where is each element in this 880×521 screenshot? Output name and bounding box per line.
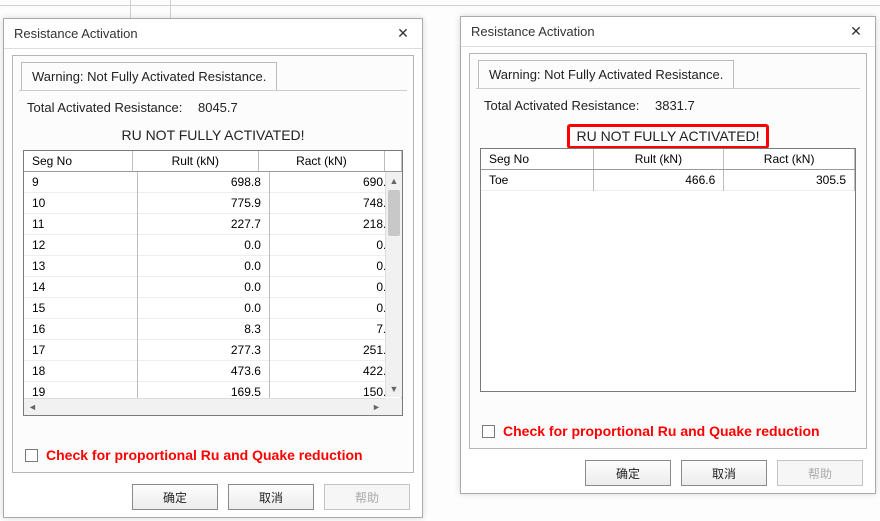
warning-box: Warning: Not Fully Activated Resistance.	[478, 60, 734, 88]
table-row[interactable]: 140.00.0	[24, 277, 402, 298]
table-row[interactable]: 18473.6422.9	[24, 361, 402, 382]
ok-button[interactable]: 确定	[585, 460, 671, 486]
ru-alert-text: RU NOT FULLY ACTIVATED!	[567, 124, 768, 149]
vertical-scrollbar[interactable]: ▲ ▼	[385, 172, 402, 397]
cell-seg: 9	[24, 172, 137, 193]
resistance-activation-dialog-right: Resistance Activation ✕ Warning: Not Ful…	[460, 16, 876, 494]
ru-alert: RU NOT FULLY ACTIVATED!	[13, 126, 413, 145]
cancel-button[interactable]: 取消	[228, 484, 314, 510]
ru-alert: RU NOT FULLY ACTIVATED!	[470, 124, 866, 149]
resistance-table: Seg No Rult (kN) Ract (kN) Toe466.6305.5	[480, 148, 856, 392]
cell-ract: 251.8	[269, 340, 401, 361]
ok-button[interactable]: 确定	[132, 484, 218, 510]
close-icon[interactable]: ✕	[845, 21, 867, 43]
dialog-body: Warning: Not Fully Activated Resistance.…	[12, 55, 414, 473]
cell-rult: 775.9	[137, 193, 269, 214]
cell-ract: 0.0	[269, 235, 401, 256]
table-row[interactable]: 10775.9748.6	[24, 193, 402, 214]
titlebar[interactable]: Resistance Activation ✕	[4, 19, 422, 49]
total-activated-row: Total Activated Resistance: 3831.7	[484, 98, 695, 113]
total-activated-label: Total Activated Resistance:	[484, 98, 639, 113]
total-activated-label: Total Activated Resistance:	[27, 100, 182, 115]
cell-seg: 15	[24, 298, 137, 319]
cell-rult: 0.0	[137, 256, 269, 277]
ru-alert-text: RU NOT FULLY ACTIVATED!	[115, 126, 310, 145]
scroll-right-icon[interactable]: ►	[368, 399, 385, 416]
scroll-corner	[385, 398, 402, 415]
table-row[interactable]: 11227.7218.3	[24, 214, 402, 235]
col-seg-header[interactable]: Seg No	[24, 151, 132, 172]
cell-rult: 698.8	[137, 172, 269, 193]
table-row[interactable]: 9698.8690.7	[24, 172, 402, 193]
cell-seg: Toe	[481, 170, 593, 191]
warning-box: Warning: Not Fully Activated Resistance.	[21, 62, 277, 90]
resistance-activation-dialog-left: Resistance Activation ✕ Warning: Not Ful…	[3, 18, 423, 518]
cell-ract: 422.9	[269, 361, 401, 382]
cell-ract: 0.0	[269, 256, 401, 277]
cell-rult: 227.7	[137, 214, 269, 235]
cell-seg: 13	[24, 256, 137, 277]
scroll-thumb[interactable]	[388, 190, 400, 236]
table-row[interactable]: 150.00.0	[24, 298, 402, 319]
table-row[interactable]: 130.00.0	[24, 256, 402, 277]
dialog-body: Warning: Not Fully Activated Resistance.…	[469, 53, 867, 449]
total-activated-value: 8045.7	[198, 100, 238, 115]
cell-ract: 7.7	[269, 319, 401, 340]
table-row[interactable]: 120.00.0	[24, 235, 402, 256]
cell-rult: 8.3	[137, 319, 269, 340]
cell-ract: 748.6	[269, 193, 401, 214]
scroll-down-icon[interactable]: ▼	[386, 380, 402, 397]
cell-rult: 0.0	[137, 277, 269, 298]
col-ract-header[interactable]: Ract (kN)	[258, 151, 384, 172]
help-button: 帮助	[324, 484, 410, 510]
window-title: Resistance Activation	[471, 24, 595, 39]
col-scroll-spacer	[385, 151, 402, 172]
cell-rult: 466.6	[593, 170, 724, 191]
table-row[interactable]: 17277.3251.8	[24, 340, 402, 361]
cell-seg: 17	[24, 340, 137, 361]
scroll-up-icon[interactable]: ▲	[386, 172, 402, 189]
cell-seg: 18	[24, 361, 137, 382]
window-title: Resistance Activation	[14, 26, 138, 41]
col-rult-header[interactable]: Rult (kN)	[593, 149, 724, 170]
cell-seg: 14	[24, 277, 137, 298]
cell-rult: 0.0	[137, 298, 269, 319]
cell-rult: 0.0	[137, 235, 269, 256]
checkbox-row: Check for proportional Ru and Quake redu…	[25, 447, 401, 465]
cell-seg: 12	[24, 235, 137, 256]
button-bar: 确定 取消 帮助	[461, 453, 875, 493]
cell-ract: 690.7	[269, 172, 401, 193]
resistance-table: Seg No Rult (kN) Ract (kN) 9698.8690.710…	[23, 150, 403, 416]
col-ract-header[interactable]: Ract (kN)	[724, 149, 855, 170]
cell-rult: 277.3	[137, 340, 269, 361]
cancel-button[interactable]: 取消	[681, 460, 767, 486]
cell-seg: 10	[24, 193, 137, 214]
table-row[interactable]: Toe466.6305.5	[481, 170, 855, 191]
titlebar[interactable]: Resistance Activation ✕	[461, 17, 875, 47]
table-row[interactable]: 168.37.7	[24, 319, 402, 340]
cell-rult: 473.6	[137, 361, 269, 382]
table-header-row: Seg No Rult (kN) Ract (kN)	[24, 151, 402, 172]
horizontal-scrollbar[interactable]: ◄ ►	[24, 398, 385, 415]
col-seg-header[interactable]: Seg No	[481, 149, 593, 170]
proportional-ru-checkbox[interactable]	[482, 425, 495, 438]
proportional-ru-label: Check for proportional Ru and Quake redu…	[503, 423, 820, 441]
cell-ract: 218.3	[269, 214, 401, 235]
total-activated-row: Total Activated Resistance: 8045.7	[27, 100, 238, 115]
button-bar: 确定 取消 帮助	[4, 477, 422, 517]
help-button: 帮助	[777, 460, 863, 486]
col-rult-header[interactable]: Rult (kN)	[132, 151, 258, 172]
cell-seg: 11	[24, 214, 137, 235]
close-icon[interactable]: ✕	[392, 23, 414, 45]
cell-seg: 16	[24, 319, 137, 340]
table-header-row: Seg No Rult (kN) Ract (kN)	[481, 149, 855, 170]
total-activated-value: 3831.7	[655, 98, 695, 113]
cell-ract: 0.0	[269, 298, 401, 319]
checkbox-row: Check for proportional Ru and Quake redu…	[482, 423, 854, 441]
proportional-ru-checkbox[interactable]	[25, 449, 38, 462]
proportional-ru-label: Check for proportional Ru and Quake redu…	[46, 447, 363, 465]
cell-ract: 0.0	[269, 277, 401, 298]
scroll-left-icon[interactable]: ◄	[24, 399, 41, 416]
cell-ract: 305.5	[724, 170, 855, 191]
